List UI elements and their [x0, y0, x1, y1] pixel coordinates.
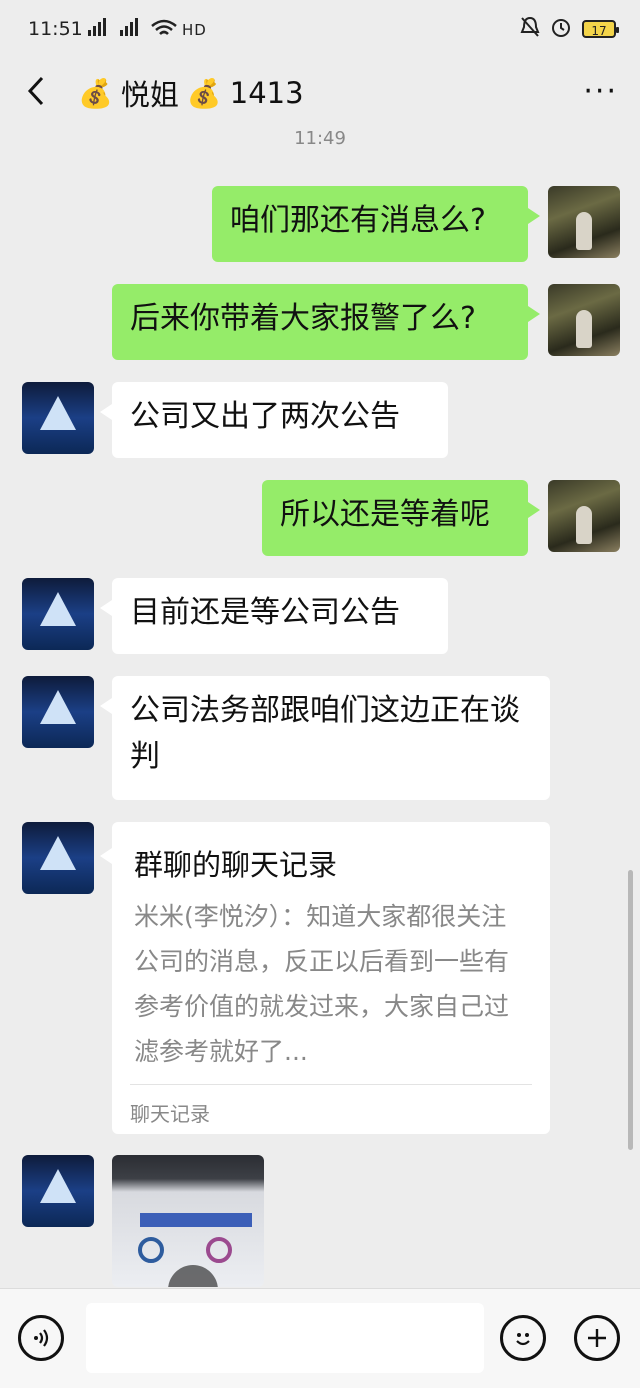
message-bubble[interactable]: 所以还是等着呢: [262, 480, 540, 556]
message-timestamp: 11:49: [294, 128, 346, 149]
award-logo-icon: [206, 1237, 232, 1263]
status-time: 11:51: [28, 18, 83, 40]
chat-record-label: 聊天记录: [130, 1102, 210, 1126]
hd-icon: HD: [182, 21, 207, 38]
battery-icon: 17: [582, 20, 619, 38]
alarm-icon: [550, 16, 572, 42]
my-avatar[interactable]: [548, 480, 620, 552]
contact-avatar[interactable]: [22, 1155, 94, 1227]
message-bubble[interactable]: 公司又出了两次公告: [100, 382, 448, 458]
my-avatar[interactable]: [548, 284, 620, 356]
add-attachment-icon[interactable]: [574, 1315, 620, 1361]
message-bubble[interactable]: 后来你带着大家报警了么?: [112, 284, 540, 360]
chat-header: 💰 悦姐 💰 1413 ···: [0, 60, 640, 126]
play-icon[interactable]: [168, 1265, 218, 1287]
video-thumbnail[interactable]: [112, 1155, 264, 1287]
contact-number: 1413: [229, 76, 304, 110]
emoji-icon[interactable]: [500, 1315, 546, 1361]
contact-name: 悦姐: [120, 78, 179, 112]
status-bar: 11:51 HD 17: [0, 0, 640, 60]
input-bar: [0, 1288, 640, 1388]
moneybag-icon: 💰: [78, 76, 113, 110]
my-avatar[interactable]: [548, 186, 620, 258]
back-arrow-icon[interactable]: [20, 74, 54, 108]
contact-avatar[interactable]: [22, 382, 94, 454]
chat-title: 💰 悦姐 💰 1413: [78, 72, 304, 114]
contact-avatar[interactable]: [22, 676, 94, 748]
award-logo-icon: [138, 1237, 164, 1263]
message-bubble[interactable]: 目前还是等公司公告: [100, 578, 448, 654]
message-input[interactable]: [86, 1303, 484, 1373]
mute-icon: [520, 16, 540, 42]
signal-icon: HD: [88, 18, 238, 42]
chat-record-title: 群聊的聊天记录: [134, 848, 338, 882]
chat-record-preview: 米米(李悦汐）：知道大家都很关注公司的消息，反正以后看到一些有参考价值的就发过来…: [134, 902, 510, 1066]
chat-record-card[interactable]: 群聊的聊天记录 米米(李悦汐）：知道大家都很关注公司的消息，反正以后看到一些有参…: [100, 822, 550, 1134]
more-options-icon[interactable]: ···: [583, 74, 618, 109]
voice-input-icon[interactable]: [18, 1315, 64, 1361]
message-bubble[interactable]: 公司法务部跟咱们这边正在谈判: [100, 676, 550, 800]
message-bubble[interactable]: 咱们那还有消息么?: [212, 186, 540, 262]
contact-avatar[interactable]: [22, 578, 94, 650]
moneybag-icon: 💰: [186, 76, 222, 110]
divider: [130, 1084, 532, 1085]
scrollbar[interactable]: [628, 870, 633, 1150]
banner-graphic: [140, 1213, 252, 1227]
contact-avatar[interactable]: [22, 822, 94, 894]
